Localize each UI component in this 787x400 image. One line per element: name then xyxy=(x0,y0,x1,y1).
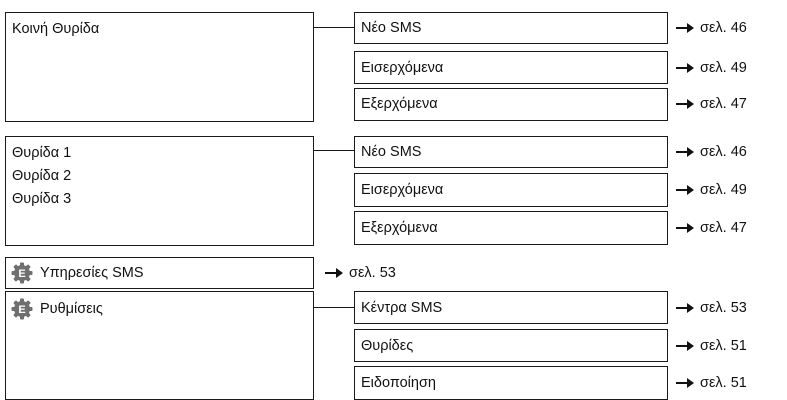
expert-mode-gear-icon: E xyxy=(11,262,33,284)
page-reference: σελ. 47 xyxy=(676,219,747,237)
submenu-label: Εξερχόμενα xyxy=(361,96,438,112)
menu-label-mailbox-3: Θυρίδα 3 xyxy=(12,191,72,207)
submenu-label: Εξερχόμενα xyxy=(361,220,438,236)
svg-text:E: E xyxy=(18,304,25,316)
arrow-right-icon xyxy=(676,23,694,33)
arrow-right-icon xyxy=(676,341,694,351)
submenu-label: Νέο SMS xyxy=(361,20,422,36)
arrow-right-icon xyxy=(676,99,694,109)
menu-label-common-mailbox: Κοινή Θυρίδα xyxy=(12,21,100,37)
arrow-right-icon xyxy=(676,303,694,313)
menu-label-mailbox-2: Θυρίδα 2 xyxy=(12,168,72,184)
page-reference: σελ. 46 xyxy=(676,19,747,37)
submenu-label: Κέντρα SMS xyxy=(361,300,443,316)
arrow-right-icon xyxy=(676,185,694,195)
menu-label-mailbox-1: Θυρίδα 1 xyxy=(12,145,72,161)
svg-text:E: E xyxy=(18,268,25,280)
page-reference: σελ. 47 xyxy=(676,95,747,113)
connector-line xyxy=(314,150,354,151)
arrow-right-icon xyxy=(676,223,694,233)
page-reference: σελ. 53 xyxy=(325,264,396,282)
expert-mode-gear-icon: E xyxy=(11,298,33,320)
arrow-right-icon xyxy=(676,378,694,388)
connector-line xyxy=(314,307,354,308)
arrow-right-icon xyxy=(325,268,343,278)
menu-label-sms-services: Υπηρεσίες SMS xyxy=(40,265,144,281)
page-reference: σελ. 51 xyxy=(676,374,747,392)
page-reference: σελ. 49 xyxy=(676,59,747,77)
submenu-label: Ειδοποίηση xyxy=(361,375,436,391)
page-reference: σελ. 53 xyxy=(676,299,747,317)
page-reference: σελ. 51 xyxy=(676,337,747,355)
submenu-label: Θυρίδες xyxy=(361,338,414,354)
submenu-label: Εισερχόμενα xyxy=(361,182,444,198)
page-reference: σελ. 49 xyxy=(676,181,747,199)
arrow-right-icon xyxy=(676,147,694,157)
page-reference: σελ. 46 xyxy=(676,143,747,161)
connector-line xyxy=(314,27,354,28)
arrow-right-icon xyxy=(676,63,694,73)
submenu-label: Εισερχόμενα xyxy=(361,60,444,76)
submenu-label: Νέο SMS xyxy=(361,144,422,160)
menu-label-settings: Ρυθμίσεις xyxy=(40,301,103,317)
